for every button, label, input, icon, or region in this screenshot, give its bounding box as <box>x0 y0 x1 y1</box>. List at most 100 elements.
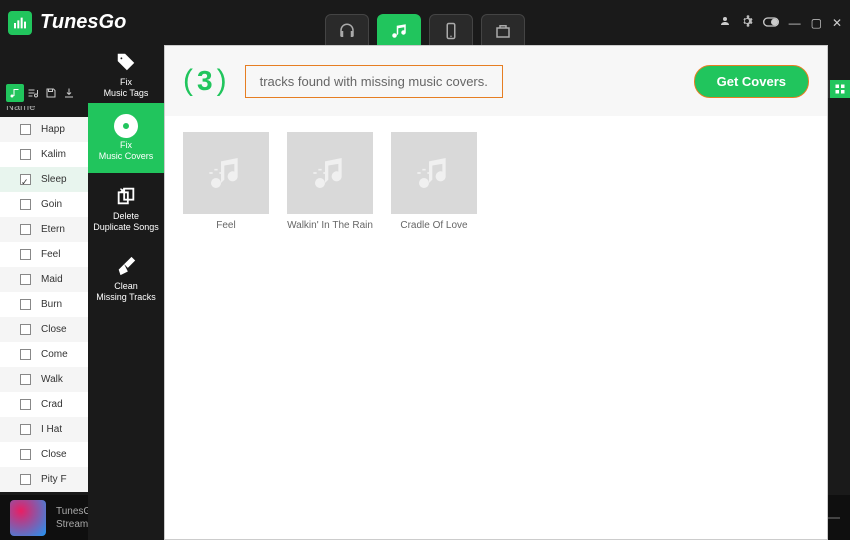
track-name: Crad <box>41 399 63 410</box>
cover-placeholder-icon <box>287 132 373 214</box>
maximize-button[interactable]: ▢ <box>811 16 822 30</box>
track-name: Come <box>41 349 68 360</box>
sidepanel-label: Duplicate Songs <box>93 222 159 233</box>
sidepanel-fix-tags[interactable]: Fix Music Tags <box>88 45 164 103</box>
track-checkbox[interactable] <box>20 274 31 285</box>
track-name: I Hat <box>41 424 62 435</box>
track-checkbox[interactable] <box>20 149 31 160</box>
count-message: tracks found with missing music covers. <box>245 65 503 98</box>
top-nav <box>325 14 525 48</box>
lt-download-icon[interactable] <box>60 84 78 102</box>
cover-placeholder-icon <box>183 132 269 214</box>
track-row[interactable]: Etern <box>0 217 90 242</box>
cover-title: Feel <box>183 220 269 231</box>
sidepanel-label: Music Covers <box>99 151 154 162</box>
track-row[interactable]: I Hat <box>0 417 90 442</box>
track-checkbox[interactable] <box>20 399 31 410</box>
track-name: Sleep <box>41 174 67 185</box>
track-row[interactable]: Pity F <box>0 467 90 492</box>
track-checkbox[interactable] <box>20 124 31 135</box>
track-row[interactable]: Happ <box>0 117 90 142</box>
track-name: Pity F <box>41 474 67 485</box>
track-name: Walk <box>41 374 63 385</box>
track-row[interactable]: Maid <box>0 267 90 292</box>
cover-item[interactable]: Cradle Of Love <box>391 132 477 231</box>
brand: TunesGo <box>8 11 126 35</box>
window-controls: — ▢ ✕ <box>719 15 842 30</box>
get-covers-button[interactable]: Get Covers <box>694 65 809 98</box>
topnav-music-transfer[interactable] <box>377 14 421 48</box>
brand-name: TunesGo <box>40 11 126 34</box>
minimize-button[interactable]: — <box>789 16 801 30</box>
sidepanel-label: Fix <box>120 77 132 88</box>
track-name: Kalim <box>41 149 66 160</box>
track-name: Etern <box>41 224 65 235</box>
toggle-icon[interactable] <box>763 16 779 30</box>
track-row[interactable]: Goin <box>0 192 90 217</box>
broom-icon <box>113 253 139 279</box>
count-badge: ( 3 ) <box>183 64 227 98</box>
track-row[interactable]: Close <box>0 317 90 342</box>
lt-save-icon[interactable] <box>42 84 60 102</box>
lt-music-icon[interactable] <box>6 84 24 102</box>
track-row[interactable]: Close <box>0 442 90 467</box>
sidepanel-label: Delete <box>113 211 139 222</box>
sidepanel-clean-missing[interactable]: Clean Missing Tracks <box>88 243 164 313</box>
cover-item[interactable]: Walkin' In The Rain <box>287 132 373 231</box>
track-checkbox[interactable] <box>20 349 31 360</box>
track-list: Happ Kalim Sleep Goin Etern Feel Maid Burn Close… <box>0 117 90 492</box>
cover-title: Cradle Of Love <box>391 220 477 231</box>
topnav-toolbox[interactable] <box>481 14 525 48</box>
topnav-phone[interactable] <box>429 14 473 48</box>
track-name: Maid <box>41 274 63 285</box>
view-grid-button[interactable] <box>830 80 850 98</box>
track-name: Goin <box>41 199 62 210</box>
track-checkbox[interactable] <box>20 174 31 185</box>
sidepanel-label: Fix <box>120 140 132 151</box>
track-checkbox[interactable] <box>20 324 31 335</box>
sidepanel-label: Missing Tracks <box>96 292 156 303</box>
track-row[interactable]: Crad <box>0 392 90 417</box>
track-checkbox[interactable] <box>20 474 31 485</box>
track-checkbox[interactable] <box>20 374 31 385</box>
tag-icon <box>113 49 139 75</box>
gear-icon[interactable] <box>741 15 753 30</box>
sidepanel-label: Clean <box>114 281 138 292</box>
track-row[interactable]: Kalim <box>0 142 90 167</box>
track-checkbox[interactable] <box>20 424 31 435</box>
user-icon[interactable] <box>719 15 731 30</box>
cover-placeholder-icon <box>391 132 477 214</box>
side-panel: Fix Music Tags Fix Music Covers Delete D… <box>88 45 164 540</box>
duplicate-icon <box>113 183 139 209</box>
panel-header: ( 3 ) tracks found with missing music co… <box>165 46 827 116</box>
sidepanel-delete-duplicates[interactable]: Delete Duplicate Songs <box>88 173 164 243</box>
sidepanel-fix-covers[interactable]: Fix Music Covers <box>88 103 164 173</box>
track-name: Close <box>41 324 67 335</box>
track-checkbox[interactable] <box>20 224 31 235</box>
track-name: Feel <box>41 249 60 260</box>
track-row[interactable]: Feel <box>0 242 90 267</box>
cover-title: Walkin' In The Rain <box>287 220 373 231</box>
track-checkbox[interactable] <box>20 299 31 310</box>
track-checkbox[interactable] <box>20 249 31 260</box>
track-name: Happ <box>41 124 65 135</box>
sidepanel-label: Music Tags <box>104 88 149 99</box>
track-row[interactable]: Walk <box>0 367 90 392</box>
track-name: Close <box>41 449 67 460</box>
track-checkbox[interactable] <box>20 449 31 460</box>
covers-grid: Feel Walkin' In The Rain Cradle Of Love <box>165 116 827 247</box>
count-value: 3 <box>197 65 213 97</box>
disc-icon <box>114 114 138 138</box>
album-art[interactable] <box>10 500 46 536</box>
track-row[interactable]: Come <box>0 342 90 367</box>
main-panel: ✕ ( 3 ) tracks found with missing music … <box>164 45 828 540</box>
lt-playlist-icon[interactable] <box>24 84 42 102</box>
track-name: Burn <box>41 299 62 310</box>
track-row[interactable]: Sleep <box>0 167 90 192</box>
left-toolbar <box>0 80 84 106</box>
track-row[interactable]: Burn <box>0 292 90 317</box>
cover-item[interactable]: Feel <box>183 132 269 231</box>
close-button[interactable]: ✕ <box>832 16 842 30</box>
track-checkbox[interactable] <box>20 199 31 210</box>
topnav-headphones[interactable] <box>325 14 369 48</box>
